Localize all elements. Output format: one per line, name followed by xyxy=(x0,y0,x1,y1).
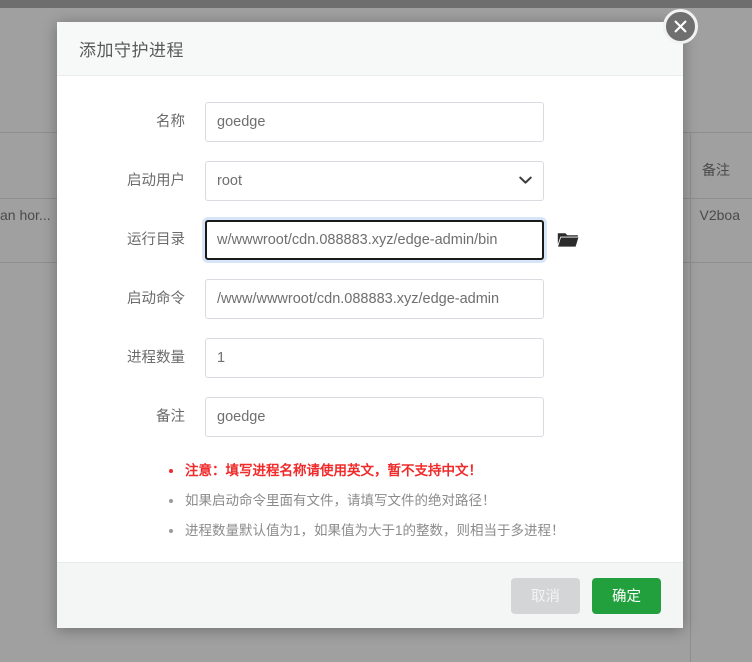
background-table-cell: an hor... xyxy=(0,207,51,223)
background-table-cell: V2boa xyxy=(699,207,740,223)
background-table-column-header-remark: 备注 xyxy=(702,162,730,178)
label-name: 名称 xyxy=(156,114,185,130)
note-item: 进程数量默认值为1，如果值为大于1的整数，则相当于多进程！ xyxy=(57,516,683,546)
dialog-header: 添加守护进程 xyxy=(57,22,683,76)
name-input[interactable] xyxy=(205,102,544,142)
start-command-input[interactable] xyxy=(205,279,544,319)
confirm-button[interactable]: 确定 xyxy=(592,577,661,614)
field-wrap-remark xyxy=(205,397,544,437)
label-start-command: 启动命令 xyxy=(127,291,185,307)
label-process-count: 进程数量 xyxy=(127,350,185,366)
field-wrap-name xyxy=(205,102,544,142)
background-topbar xyxy=(0,0,752,8)
dialog-title: 添加守护进程 xyxy=(79,41,184,60)
field-wrap-start-command xyxy=(205,279,544,319)
field-wrap-process-count xyxy=(205,338,544,378)
form-notes-list: 注意：填写进程名称请使用英文，暂不支持中文！ 如果启动命令里面有文件，请填写文件… xyxy=(57,456,683,546)
dialog-footer: 取消 确定 xyxy=(57,562,683,628)
form-row-start-command: 启动命令 xyxy=(57,279,683,319)
label-run-directory: 运行目录 xyxy=(127,232,185,248)
form-row-name: 名称 xyxy=(57,102,683,142)
close-icon xyxy=(674,20,687,33)
form-row-run-user: 启动用户 xyxy=(57,161,683,201)
close-button[interactable] xyxy=(663,9,698,44)
process-count-input[interactable] xyxy=(205,338,544,378)
form-row-remark: 备注 xyxy=(57,397,683,437)
note-item-warning: 注意：填写进程名称请使用英文，暂不支持中文！ xyxy=(57,456,683,486)
remark-input[interactable] xyxy=(205,397,544,437)
dialog-body: 名称 启动用户 运行目录 xyxy=(57,76,683,562)
form-row-run-directory: 运行目录 xyxy=(57,220,683,260)
label-run-user: 启动用户 xyxy=(127,173,185,189)
cancel-button[interactable]: 取消 xyxy=(511,577,580,614)
form-row-process-count: 进程数量 xyxy=(57,338,683,378)
run-directory-input[interactable] xyxy=(205,220,544,260)
label-remark: 备注 xyxy=(156,409,185,425)
folder-icon[interactable] xyxy=(557,231,579,249)
note-item: 如果启动命令里面有文件，请填写文件的绝对路径！ xyxy=(57,486,683,516)
background-table-column-divider xyxy=(690,132,691,662)
field-wrap-run-user xyxy=(205,161,544,201)
run-user-select[interactable] xyxy=(205,161,544,201)
add-daemon-process-dialog: 添加守护进程 名称 启动用户 运行目录 xyxy=(57,22,683,628)
field-wrap-run-directory xyxy=(205,220,579,260)
